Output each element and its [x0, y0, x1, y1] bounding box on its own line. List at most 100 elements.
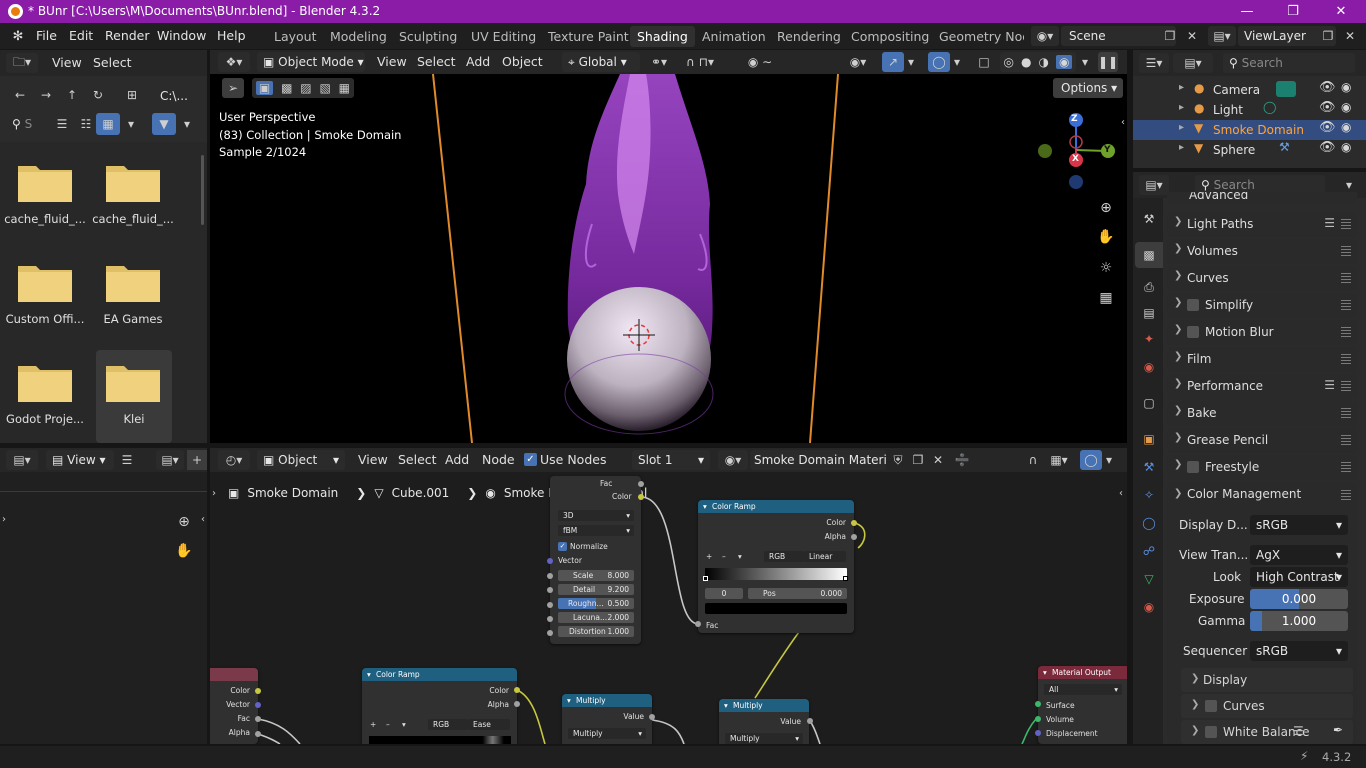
list-icon[interactable]: ☰ [1293, 724, 1304, 738]
ramp-color-socket[interactable] [851, 520, 857, 526]
camera-view-icon[interactable]: ☼ [1094, 256, 1118, 280]
data-tab-icon[interactable]: ▽ [1138, 568, 1160, 590]
transform-orientation-dropdown[interactable]: ⌖ Global ▾ [562, 52, 640, 72]
color-ramp-header[interactable]: ▾ Color Ramp [362, 668, 517, 681]
zoom-icon[interactable]: ⊕ [1094, 196, 1118, 220]
back-arrow-icon[interactable]: ← [8, 84, 32, 106]
material-tab-icon[interactable]: ◉ [1138, 596, 1160, 618]
scale-field[interactable]: Scale 8.000 [558, 570, 634, 581]
outliner-row-camera[interactable]: ▸ ● Camera 👁 ◉ [1133, 80, 1366, 100]
add-stop-icon[interactable]: + [706, 552, 712, 561]
folder-item[interactable]: cache_fluid_... [92, 160, 174, 226]
pause-render-icon[interactable]: ❚❚ [1098, 52, 1118, 72]
ramp-options-icon[interactable]: ▾ [402, 720, 406, 729]
delete-scene-icon[interactable]: ✕ [1182, 26, 1202, 46]
sort-dropdown-icon[interactable]: ▾ [120, 113, 142, 135]
render-tab-icon[interactable]: ▩ [1135, 242, 1163, 268]
section-simplify[interactable]: ❯ Simplify [1167, 293, 1357, 318]
menu-file[interactable]: File [36, 23, 57, 49]
section-motion-blur[interactable]: ❯ Motion Blur [1167, 320, 1357, 345]
visibility-eye-icon[interactable]: 👁 [1319, 120, 1336, 135]
directory-path-field[interactable]: C:\... [154, 85, 200, 107]
roughness-field[interactable]: Roughn... 0.500 [558, 598, 634, 609]
noise-detail-socket[interactable] [547, 587, 553, 593]
vector-output-socket[interactable] [255, 702, 261, 708]
editor-type-icon[interactable]: ❖▾ [218, 52, 250, 72]
display-device-dropdown[interactable]: sRGB ▾ [1250, 515, 1348, 535]
scene-name-field[interactable]: Scene [1061, 26, 1176, 46]
tab-layout[interactable]: Layout [267, 26, 324, 47]
noise-color-socket[interactable] [638, 494, 644, 500]
browse-image-icon[interactable]: ▤▾ [156, 450, 184, 470]
overlay-dropdown-icon[interactable]: ▾ [950, 52, 964, 72]
physics-tab-icon[interactable]: ◯ [1138, 512, 1160, 534]
menu-edit[interactable]: Edit [69, 23, 93, 49]
tab-shading[interactable]: Shading [630, 26, 695, 47]
ramp-options-icon[interactable]: ▾ [738, 552, 742, 561]
output-tab-icon[interactable]: ⎙ [1138, 276, 1160, 298]
tab-uv-editing[interactable]: UV Editing [464, 26, 543, 47]
section-freestyle[interactable]: ❯ Freestyle [1167, 455, 1357, 480]
ramp-alpha-socket[interactable] [851, 534, 857, 540]
visibility-eye-icon[interactable]: 👁 [1319, 100, 1336, 115]
folder-item[interactable]: Godot Proje... [4, 360, 86, 426]
section-film[interactable]: ❯ Film [1167, 347, 1357, 372]
viewport-view-menu[interactable]: View [377, 51, 407, 73]
collection-tab-icon[interactable]: ▢ [1138, 392, 1160, 414]
section-grease-pencil[interactable]: ❯ Grease Pencil [1167, 428, 1357, 453]
white-balance-checkbox[interactable] [1205, 726, 1217, 738]
menu-window[interactable]: Window [157, 23, 206, 49]
ramp-stop-black[interactable] [703, 576, 708, 581]
ramp2-color-socket[interactable] [514, 687, 520, 693]
display-mode-icon[interactable]: ▤▾ [1173, 53, 1213, 73]
ramp-stop-color-swatch[interactable] [705, 603, 847, 614]
world-tab-icon[interactable]: ◉ [1138, 356, 1160, 378]
multiply-value-socket[interactable] [649, 714, 655, 720]
parent-directory-icon[interactable]: ↑ [60, 84, 84, 106]
volume-input-socket[interactable] [1035, 716, 1041, 722]
color-ramp-node[interactable]: ▾ Color Ramp Color Alpha + – ▾ RGB Linear… [698, 500, 854, 633]
sidebar-toggle-icon[interactable]: ‹ [1118, 115, 1127, 129]
color-ramp-gradient[interactable] [369, 736, 511, 744]
gizmo-neg-y-axis[interactable] [1038, 144, 1052, 158]
drag-handle-icon[interactable] [1341, 435, 1351, 445]
subpanel-display[interactable]: ❯ Display [1181, 668, 1353, 692]
minimize-icon[interactable]: — [1224, 0, 1270, 23]
outliner-row-smoke-domain[interactable]: ▸ ▼ Smoke Domain 👁 ◉ [1133, 120, 1366, 140]
outliner-row-light[interactable]: ▸ ● Light ◯ 👁 ◉ [1133, 100, 1366, 120]
lacunarity-field[interactable]: Lacuna... 2.000 [558, 612, 634, 623]
tab-modeling[interactable]: Modeling [323, 26, 394, 47]
math-multiply-node-2[interactable]: ▾ Multiply Value Multiply ▾ [719, 699, 809, 744]
expand-icon[interactable]: ▸ [1179, 122, 1184, 133]
sidebar-toggle-icon[interactable]: ‹ [198, 512, 208, 526]
material-output-header[interactable]: ▾ Material Output [1038, 666, 1127, 679]
object-tab-icon[interactable]: ▣ [1138, 428, 1160, 450]
color-management-title[interactable]: Color Management [1187, 487, 1301, 501]
motion-blur-checkbox[interactable] [1187, 326, 1199, 338]
list-icon[interactable]: ☰ [1324, 378, 1335, 392]
drag-handle-icon[interactable] [1341, 300, 1351, 310]
delete-viewlayer-icon[interactable]: ✕ [1340, 26, 1360, 46]
noise-vector-socket[interactable] [547, 558, 553, 564]
menu-render[interactable]: Render [105, 23, 150, 49]
drag-handle-icon[interactable] [1341, 246, 1351, 256]
ramp-stop-white[interactable] [843, 576, 848, 581]
drag-handle-icon[interactable] [1341, 408, 1351, 418]
section-performance[interactable]: ❯ Performance ☰ [1167, 374, 1357, 399]
normalize-checkbox[interactable]: ✓ [558, 542, 567, 551]
expand-icon[interactable]: ▸ [1179, 82, 1184, 93]
outliner-row-sphere[interactable]: ▸ ▼ Sphere ⚒ 👁 ◉ [1133, 140, 1366, 160]
view-layer-tab-icon[interactable]: ▤ [1138, 302, 1160, 324]
gizmo-toggle-icon[interactable]: ↗ [882, 52, 904, 72]
section-bake[interactable]: ❯ Bake [1167, 401, 1357, 426]
viewport-object-menu[interactable]: Object [502, 51, 543, 73]
render-camera-icon[interactable]: ◉ [1341, 80, 1351, 94]
math-multiply-node[interactable]: ▾ Multiply Value Multiply ▾ [562, 694, 652, 744]
sequencer-dropdown[interactable]: sRGB ▾ [1250, 641, 1348, 661]
horizontal-list-icon[interactable]: ☷ [74, 113, 98, 135]
remove-stop-icon[interactable]: – [722, 552, 726, 561]
freestyle-checkbox[interactable] [1187, 461, 1199, 473]
render-camera-icon[interactable]: ◉ [1341, 100, 1351, 114]
new-scene-icon[interactable]: ❐ [1160, 26, 1180, 46]
gizmo-dropdown-icon[interactable]: ▾ [904, 52, 918, 72]
